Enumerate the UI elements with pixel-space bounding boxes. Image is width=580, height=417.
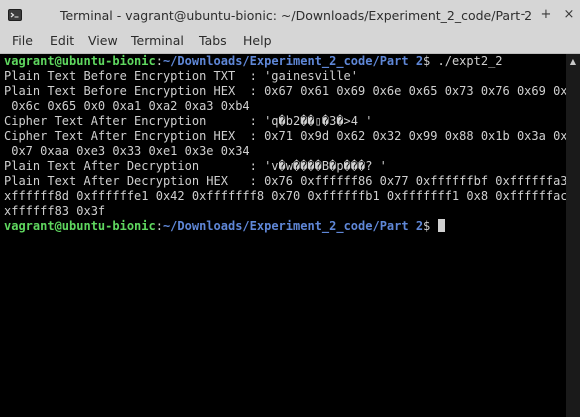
output-line: Plain Text After Decryption : 'v�w����B�… [4,159,387,173]
prompt-user: vagrant@ubuntu-bionic [4,54,156,68]
prompt-separator: : [155,54,163,68]
menu-bar: File Edit View Terminal Tabs Help [0,31,580,54]
command-text: ./expt2_2 [437,54,503,68]
output-line: Cipher Text After Encryption HEX : 0x71 … [4,129,566,143]
menu-help[interactable]: Help [243,31,272,53]
prompt-user: vagrant@ubuntu-bionic [4,219,156,233]
menu-tabs[interactable]: Tabs [199,31,227,53]
menu-terminal[interactable]: Terminal [131,31,184,53]
maximize-button[interactable]: + [539,8,553,22]
output-line: 0x6c 0x65 0x0 0xa1 0xa2 0xa3 0xb4 [4,99,250,113]
prompt-dollar: $ [423,219,438,233]
minimize-button[interactable]: - [516,8,530,22]
output-line: Plain Text After Decryption HEX : 0x76 0… [4,174,566,188]
output-line: xffffff8d 0xffffffe1 0x42 0xfffffff8 0x7… [4,189,566,203]
scrollbar[interactable] [566,54,580,417]
output-line: 0x7 0xaa 0xe3 0x33 0xe1 0x3e 0x34 [4,144,250,158]
text-cursor [437,219,445,232]
output-line: Plain Text Before Encryption HEX : 0x67 … [4,84,566,98]
terminal-content[interactable]: vagrant@ubuntu-bionic:~/Downloads/Experi… [0,54,566,417]
close-button[interactable]: × [562,8,576,22]
terminal-window: Terminal - vagrant@ubuntu-bionic: ~/Down… [0,0,580,417]
window-title: Terminal - vagrant@ubuntu-bionic: ~/Down… [59,8,533,23]
prompt-separator: : [155,219,163,233]
menu-file[interactable]: File [12,31,33,53]
prompt-line: vagrant@ubuntu-bionic:~/Downloads/Experi… [4,219,445,234]
menu-edit[interactable]: Edit [50,31,74,53]
output-line: Plain Text Before Encryption TXT : 'gain… [4,69,359,83]
menu-view[interactable]: View [88,31,118,53]
output-line: Cipher Text After Encryption : 'q�b2��▯�… [4,114,373,128]
title-bar[interactable]: Terminal - vagrant@ubuntu-bionic: ~/Down… [0,0,580,31]
prompt-path: ~/Downloads/Experiment_2_code/Part 2 [162,54,424,68]
prompt-dollar: $ [423,54,438,68]
prompt-line: vagrant@ubuntu-bionic:~/Downloads/Experi… [4,54,503,69]
output-line: xffffff83 0x3f [4,204,106,218]
prompt-path: ~/Downloads/Experiment_2_code/Part 2 [162,219,424,233]
scroll-up-arrow-icon[interactable]: ▲ [566,56,580,68]
